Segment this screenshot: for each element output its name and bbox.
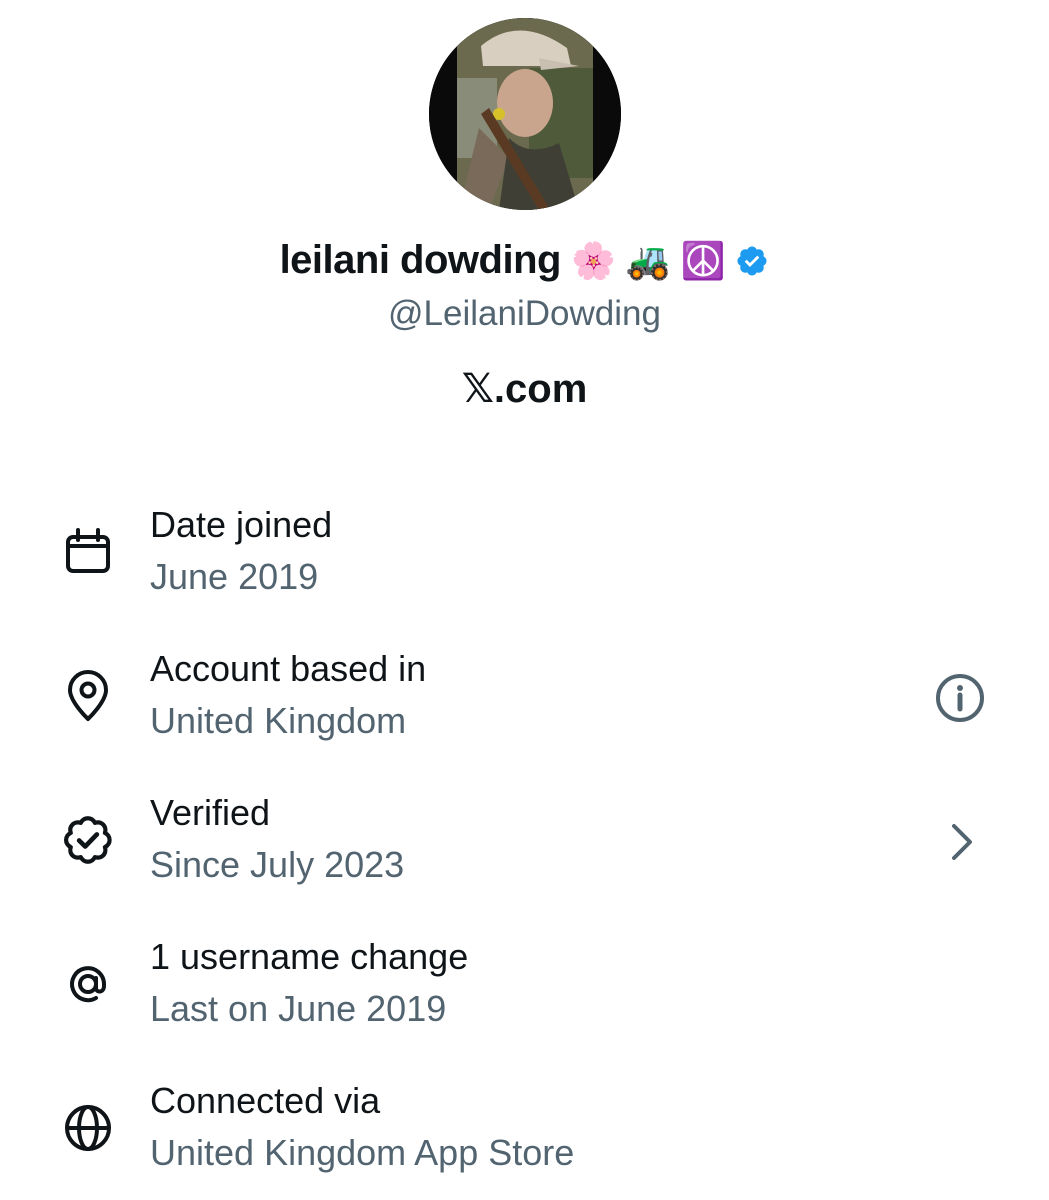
detail-row-username-change: 1 username change Last on June 2019 — [0, 936, 1049, 1056]
detail-title: Date joined — [150, 504, 333, 545]
site-label: 𝕏.com — [461, 367, 588, 411]
avatar-photo — [429, 18, 621, 210]
peace-emoji: ☮️ — [680, 239, 726, 281]
calendar-icon — [66, 528, 110, 573]
detail-row-verified[interactable]: Verified Since July 2023 — [0, 792, 1049, 912]
location-pin-icon — [68, 670, 108, 721]
at-sign-icon — [70, 966, 106, 1003]
detail-value: Last on June 2019 — [150, 988, 447, 1029]
avatar[interactable] — [429, 18, 621, 210]
tractor-emoji: 🚜 — [625, 239, 671, 281]
chevron-right-icon[interactable] — [932, 814, 988, 870]
detail-row-date-joined: Date joined June 2019 — [0, 504, 1049, 624]
detail-title: 1 username change — [150, 936, 469, 977]
display-name: leilani dowding — [279, 238, 562, 282]
username-handle: @LeilaniDowding — [388, 294, 661, 333]
detail-value: United Kingdom App Store — [150, 1132, 575, 1173]
flower-emoji: 🌸 — [570, 239, 616, 281]
detail-value: United Kingdom — [150, 700, 407, 741]
detail-value: Since July 2023 — [150, 844, 405, 885]
name-row: leilani dowding 🌸 🚜 ☮️ — [0, 238, 1049, 283]
detail-row-account-based-in: Account based in United Kingdom — [0, 648, 1049, 768]
globe-icon — [65, 1105, 111, 1151]
detail-title: Verified — [150, 792, 271, 833]
detail-value: June 2019 — [150, 556, 319, 597]
verified-badge-icon — [63, 816, 112, 864]
detail-row-connected-via: Connected via United Kingdom App Store — [0, 1080, 1049, 1200]
detail-title: Account based in — [150, 648, 427, 689]
info-icon[interactable] — [932, 670, 988, 726]
verified-badge-icon[interactable] — [735, 244, 769, 278]
detail-title: Connected via — [150, 1080, 381, 1121]
